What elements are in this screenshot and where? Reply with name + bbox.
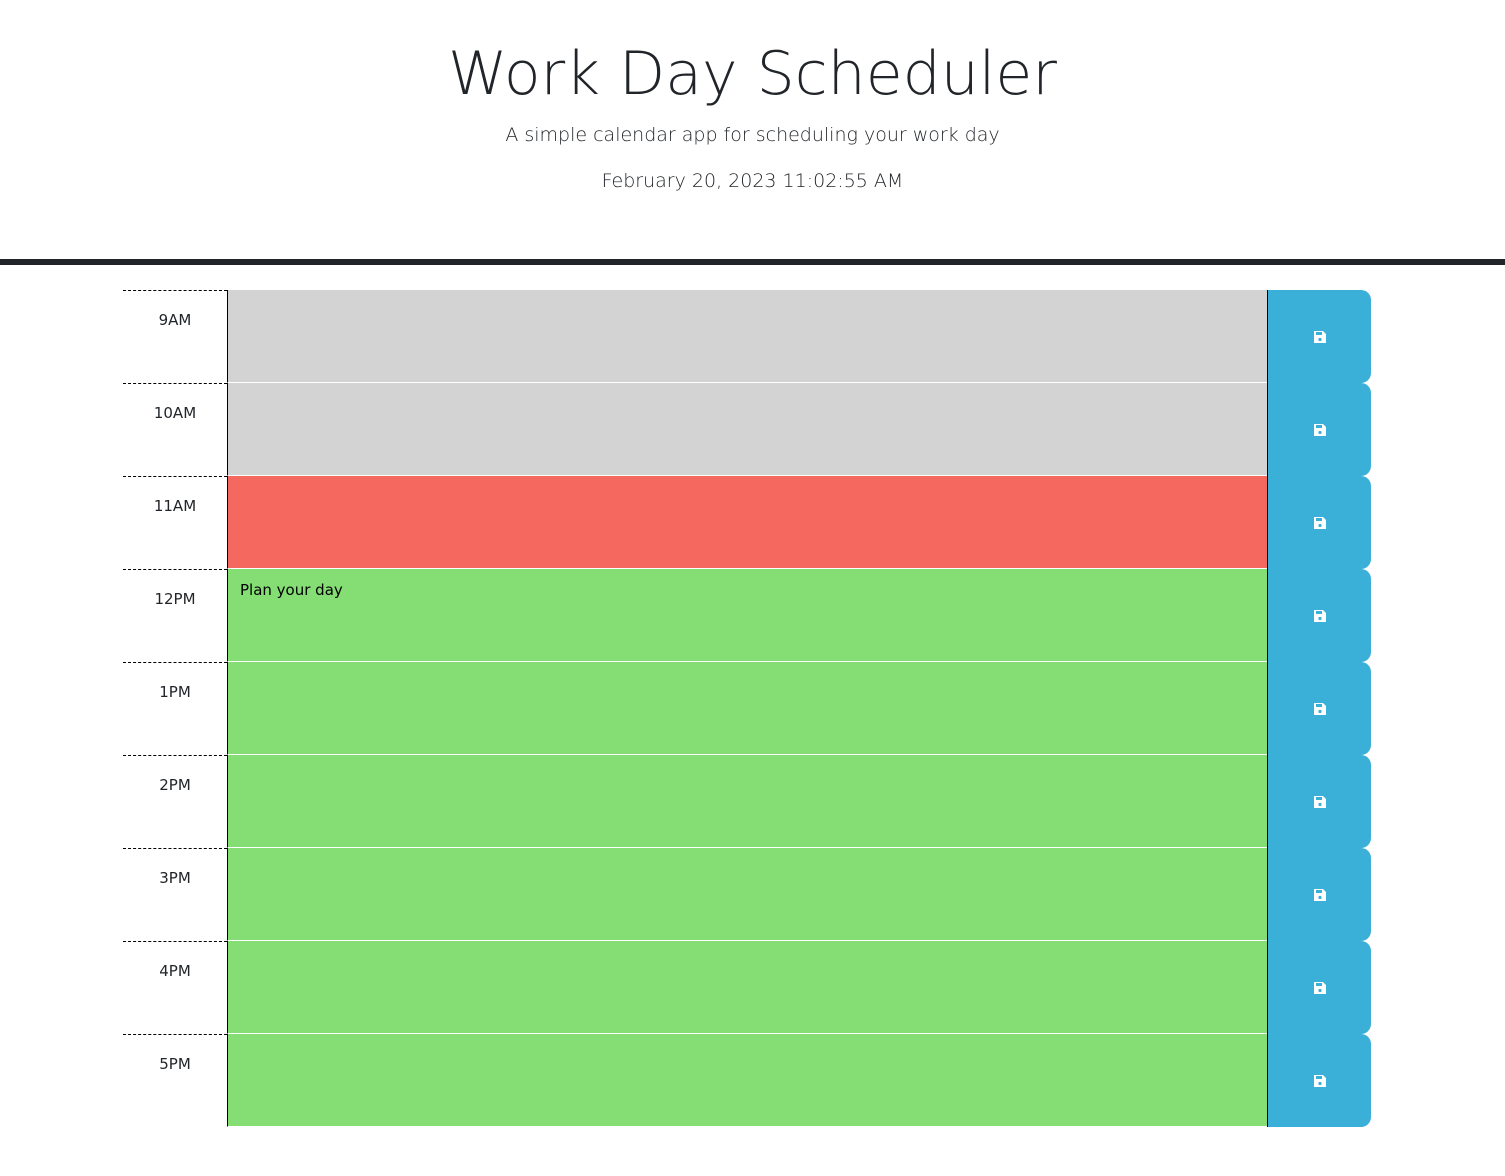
page-title: Work Day Scheduler	[448, 39, 1057, 109]
time-block-1pm: 1PM	[123, 662, 1371, 755]
event-placeholder: Plan your day	[240, 581, 343, 599]
time-block-9am: 9AM	[123, 290, 1371, 383]
save-button[interactable]	[1267, 383, 1371, 476]
time-block-5pm: 5PM	[123, 1034, 1371, 1127]
event-textarea[interactable]	[227, 383, 1267, 476]
save-button[interactable]	[1267, 476, 1371, 569]
floppy-disk-icon	[1313, 702, 1326, 715]
hour-label: 12PM	[123, 569, 227, 662]
time-block-3pm: 3PM	[123, 848, 1371, 941]
time-block-12pm: 12PM Plan your day	[123, 569, 1371, 662]
event-textarea[interactable]	[227, 290, 1267, 383]
time-block-10am: 10AM	[123, 383, 1371, 476]
current-datetime: February 20, 2023 11:02:55 AM	[601, 170, 904, 192]
hour-label: 9AM	[123, 290, 227, 383]
event-textarea[interactable]	[227, 755, 1267, 848]
page-subtitle: A simple calendar app for scheduling you…	[505, 124, 1000, 146]
time-block-2pm: 2PM	[123, 755, 1371, 848]
save-button[interactable]	[1267, 848, 1371, 941]
hour-label: 1PM	[123, 662, 227, 755]
event-textarea[interactable]: Plan your day	[227, 569, 1267, 662]
hour-label: 2PM	[123, 755, 227, 848]
floppy-disk-icon	[1313, 516, 1326, 529]
floppy-disk-icon	[1313, 330, 1326, 343]
save-button[interactable]	[1267, 1034, 1371, 1127]
save-button[interactable]	[1267, 941, 1371, 1034]
hour-label: 11AM	[123, 476, 227, 569]
page-header: Work Day Scheduler A simple calendar app…	[0, 0, 1505, 265]
floppy-disk-icon	[1313, 423, 1326, 436]
hour-label: 10AM	[123, 383, 227, 476]
floppy-disk-icon	[1313, 888, 1326, 901]
hour-label: 4PM	[123, 941, 227, 1034]
floppy-disk-icon	[1313, 609, 1326, 622]
save-button[interactable]	[1267, 755, 1371, 848]
header-divider	[0, 259, 1505, 265]
time-block-container: 9AM 10AM 11AM 12PM Plan your day 1PM 2PM	[123, 290, 1371, 1127]
event-textarea[interactable]	[227, 941, 1267, 1034]
event-textarea[interactable]	[227, 1034, 1267, 1127]
event-textarea[interactable]	[227, 848, 1267, 941]
save-button[interactable]	[1267, 290, 1371, 383]
hour-label: 5PM	[123, 1034, 227, 1127]
save-button[interactable]	[1267, 569, 1371, 662]
floppy-disk-icon	[1313, 1074, 1326, 1087]
hour-label: 3PM	[123, 848, 227, 941]
event-textarea[interactable]	[227, 662, 1267, 755]
event-textarea[interactable]	[227, 476, 1267, 569]
save-button[interactable]	[1267, 662, 1371, 755]
floppy-disk-icon	[1313, 795, 1326, 808]
floppy-disk-icon	[1313, 981, 1326, 994]
time-block-11am: 11AM	[123, 476, 1371, 569]
time-block-4pm: 4PM	[123, 941, 1371, 1034]
